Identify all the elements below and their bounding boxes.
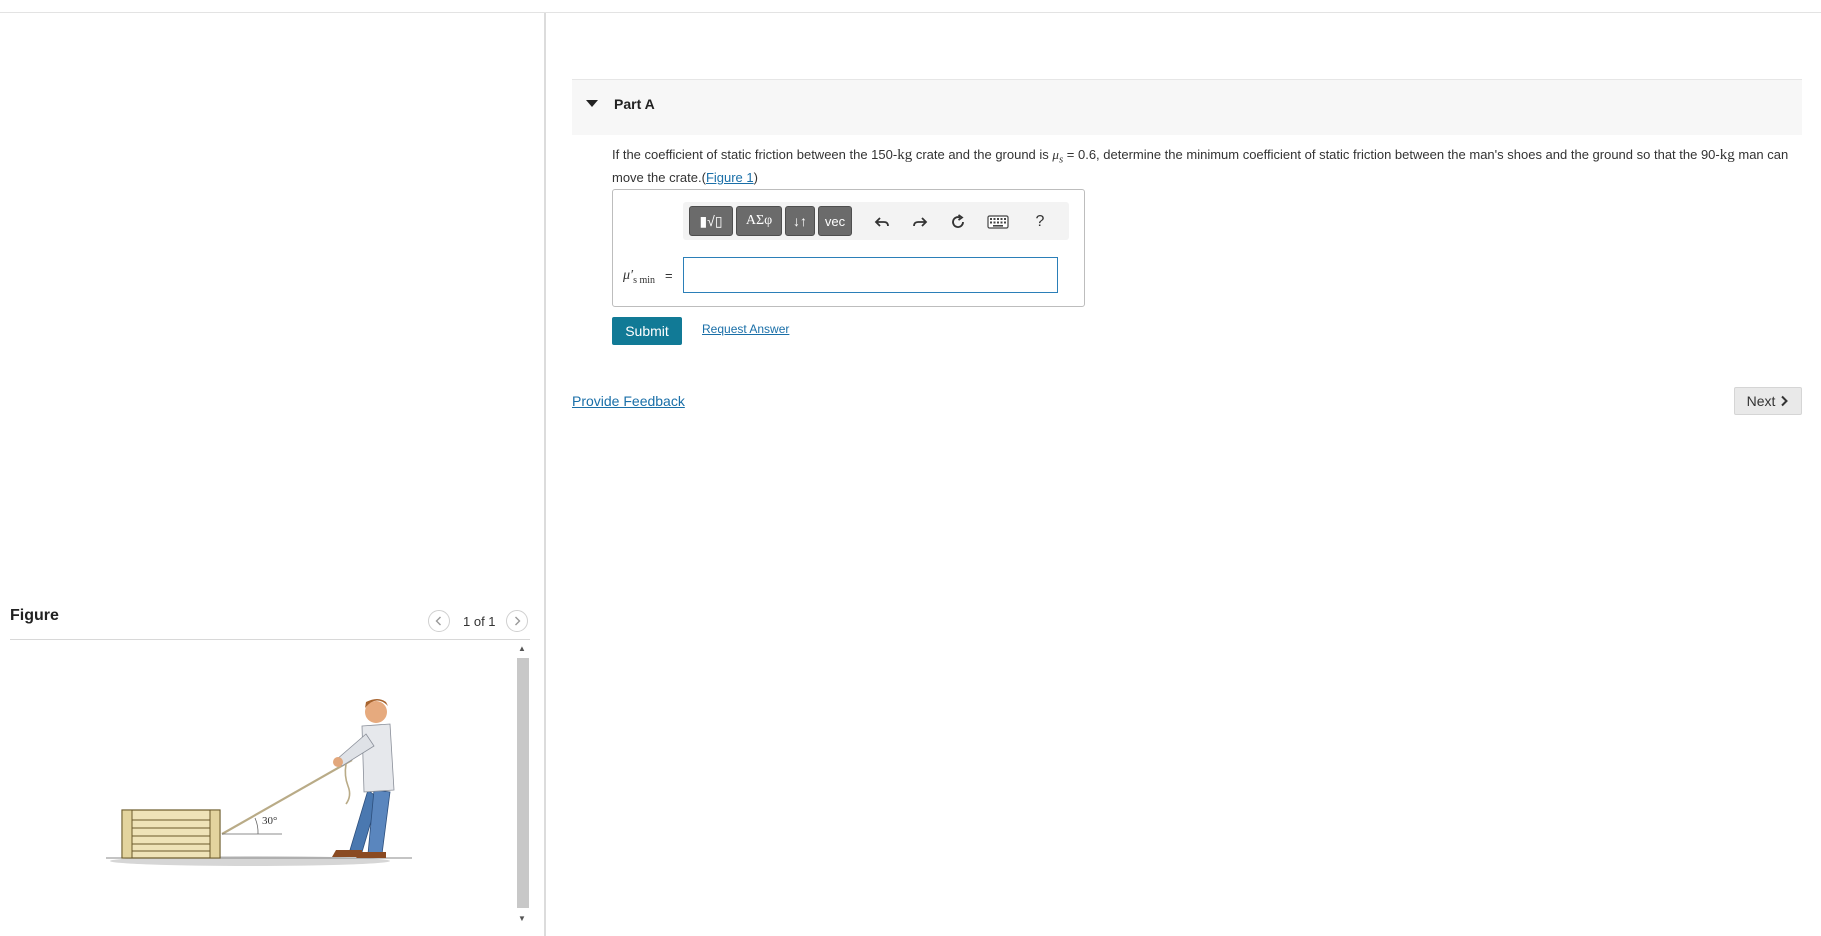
scroll-down-arrow-icon[interactable]: ▼ (518, 914, 526, 923)
figure-scrollbar[interactable]: ▲ ▼ (514, 642, 530, 928)
figure-link[interactable]: Figure 1 (706, 170, 754, 185)
templates-button[interactable]: ▮√▯ (689, 206, 733, 236)
chevron-left-icon (435, 616, 441, 626)
question-text-segment: ) (753, 169, 758, 185)
answer-equals: = (665, 268, 673, 283)
provide-feedback-link[interactable]: Provide Feedback (572, 393, 685, 409)
scroll-up-arrow-icon[interactable]: ▲ (518, 644, 526, 653)
arrows-button[interactable]: ↓↑ (785, 206, 815, 236)
top-border (0, 12, 1821, 13)
question-text-segment: = 0.6, determine the minimum coefficient… (1063, 147, 1720, 162)
math-toolbar: ▮√▯ ΑΣφ ↓↑ vec ? (683, 202, 1069, 240)
figure-prev-button[interactable] (428, 610, 450, 632)
crate-mass-unit: kg (897, 147, 913, 163)
reset-icon[interactable] (947, 211, 969, 233)
request-answer-link[interactable]: Request Answer (702, 322, 789, 336)
figure-title: Figure (10, 607, 59, 624)
man-mass-unit: kg (1719, 147, 1735, 163)
rope-tail (344, 763, 351, 805)
question-text-segment: crate and the ground is (912, 147, 1053, 162)
figure-pager: 1 of 1 (463, 614, 496, 629)
submit-button[interactable]: Submit (612, 317, 682, 345)
chevron-right-icon (1781, 395, 1789, 407)
angle-label: 30° (262, 815, 277, 827)
answer-variable-symbol: μ′ (623, 268, 634, 283)
part-title: Part A (614, 96, 655, 112)
answer-variable-subscript: s min (633, 274, 656, 286)
figure-next-button[interactable] (506, 610, 528, 632)
collapse-caret-icon[interactable] (586, 100, 598, 107)
panel-divider[interactable] (544, 13, 546, 936)
question-text: If the coefficient of static friction be… (612, 146, 1802, 186)
next-button-label: Next (1746, 393, 1776, 409)
vector-button[interactable]: vec (818, 206, 852, 236)
greek-symbols-button[interactable]: ΑΣφ (736, 206, 782, 236)
angle-arc (254, 817, 259, 835)
answer-input[interactable] (683, 257, 1058, 293)
undo-icon[interactable] (871, 211, 893, 233)
answer-box: ▮√▯ ΑΣφ ↓↑ vec ? μ′s min = (612, 189, 1085, 307)
keyboard-icon[interactable] (985, 211, 1011, 233)
scroll-thumb[interactable] (517, 658, 529, 908)
help-button[interactable]: ? (1029, 211, 1051, 233)
answer-variable-label: μ′s min (623, 268, 655, 286)
next-button[interactable]: Next (1734, 387, 1802, 415)
redo-icon[interactable] (909, 211, 931, 233)
crate (121, 809, 221, 859)
man (332, 699, 395, 858)
part-a-header[interactable]: Part A (572, 79, 1802, 135)
question-text-segment: If the coefficient of static friction be… (612, 147, 898, 162)
chevron-right-icon (515, 616, 521, 626)
figure-image: 30° (106, 699, 412, 866)
figure-header-rule (10, 639, 530, 640)
rope (221, 759, 353, 835)
